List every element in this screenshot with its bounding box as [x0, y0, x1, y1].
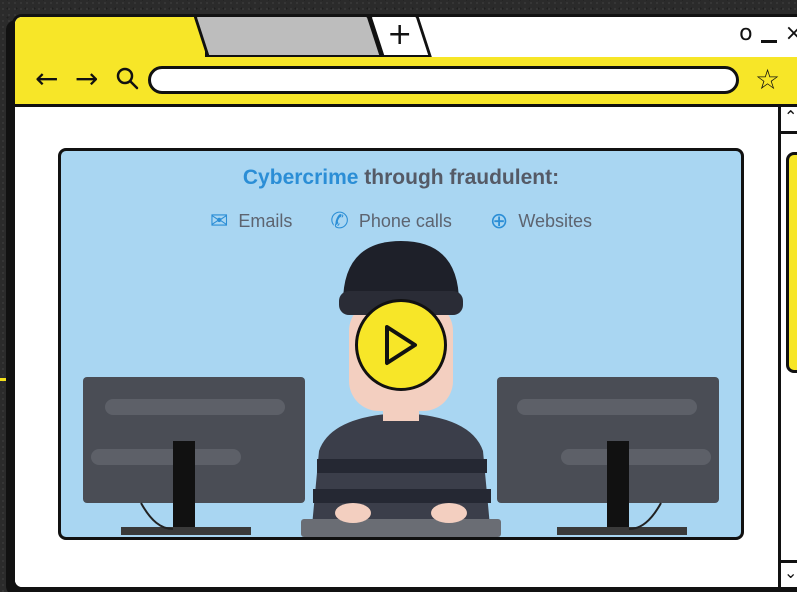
right-monitor: [497, 377, 719, 535]
tab-bar: + o ×: [15, 17, 797, 60]
address-bar[interactable]: [148, 66, 739, 94]
inactive-tab[interactable]: [192, 17, 384, 58]
bookmark-star-icon[interactable]: ☆: [755, 63, 780, 96]
window-controls: o ×: [739, 22, 797, 46]
active-tab[interactable]: [15, 17, 208, 60]
back-arrow-icon[interactable]: ←: [35, 65, 58, 93]
vertical-scrollbar[interactable]: ⌃ ⌄: [778, 107, 797, 587]
play-button[interactable]: [355, 299, 447, 391]
search-icon[interactable]: [115, 66, 139, 95]
forward-arrow-icon[interactable]: →: [75, 65, 98, 93]
restore-button[interactable]: o: [739, 22, 752, 46]
play-icon: [385, 325, 417, 365]
new-tab-button[interactable]: +: [367, 17, 433, 58]
left-monitor: [83, 377, 305, 535]
scroll-thumb[interactable]: [786, 152, 797, 373]
plus-icon: +: [387, 17, 413, 52]
minimize-button[interactable]: [760, 39, 777, 43]
browser-toolbar: ← → ☆: [15, 57, 797, 107]
browser-window: + o × ← → ☆ Cybercrime through fraudulen…: [12, 14, 797, 590]
scroll-up-button[interactable]: ⌃: [781, 107, 797, 134]
page-content: Cybercrime through fraudulent: ✉ Emails …: [15, 107, 797, 587]
close-button[interactable]: ×: [785, 22, 797, 46]
video-player[interactable]: Cybercrime through fraudulent: ✉ Emails …: [58, 148, 744, 540]
scroll-down-button[interactable]: ⌄: [781, 560, 797, 587]
